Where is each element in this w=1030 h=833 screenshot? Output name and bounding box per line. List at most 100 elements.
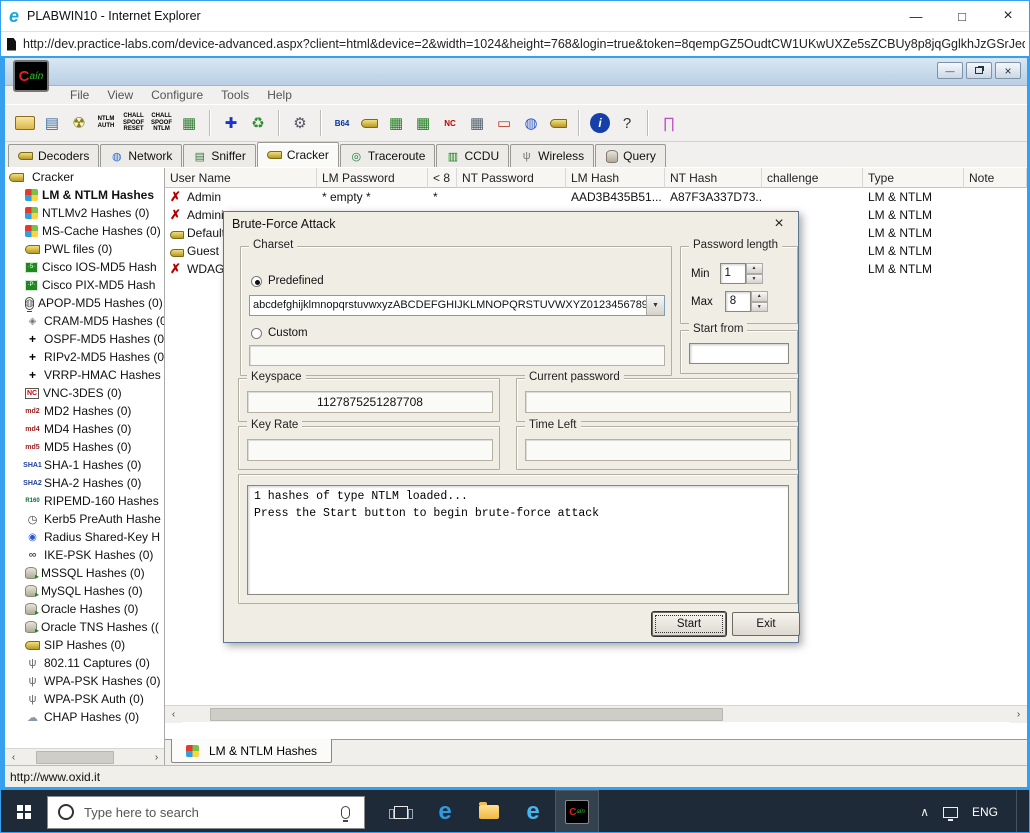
dialog-close-icon[interactable]: × — [768, 213, 790, 235]
tree-item[interactable]: Oracle TNS Hashes (( — [5, 618, 164, 636]
toolbar-icon[interactable] — [647, 110, 650, 136]
rsa-token-icon[interactable] — [548, 110, 568, 136]
edge-taskbar-icon[interactable]: e — [423, 790, 467, 832]
tab-cracker[interactable]: Cracker — [256, 142, 339, 167]
scroll-left-arrow[interactable]: ‹ — [5, 748, 22, 765]
tree-item[interactable]: MSSQL Hashes (0) — [5, 564, 164, 582]
language-indicator[interactable]: ENG — [972, 805, 998, 819]
info-icon[interactable]: i — [590, 113, 611, 133]
start-from-field[interactable] — [689, 343, 789, 364]
tree-item[interactable]: Oracle Hashes (0) — [5, 600, 164, 618]
vpn-decoder-icon[interactable]: ▦ — [413, 110, 433, 136]
spin-up-icon[interactable]: ▲ — [745, 263, 763, 274]
taskbar-search[interactable]: Type here to search — [47, 795, 365, 829]
tab-wireless[interactable]: ψ Wireless — [510, 144, 595, 167]
tree-item[interactable]: LM & NTLM Hashes — [5, 186, 164, 204]
tree-item[interactable]: ∞ IKE-PSK Hashes (0) — [5, 546, 164, 564]
tab-query[interactable]: Query — [595, 144, 666, 167]
password-decoder-icon[interactable] — [359, 110, 379, 136]
tree-item[interactable]: md4 MD4 Hashes (0) — [5, 420, 164, 438]
tree-item[interactable]: md2 MD2 Hashes (0) — [5, 402, 164, 420]
minimize-button[interactable]: — — [893, 1, 939, 31]
exit-icon[interactable]: ∏ — [659, 110, 679, 136]
tree-item[interactable]: NTLMv2 Hashes (0) — [5, 204, 164, 222]
tab-network[interactable]: ◍ Network — [100, 144, 183, 167]
tree-item[interactable]: ☁ CHAP Hashes (0) — [5, 708, 164, 726]
calculator-icon[interactable]: ▦ — [467, 110, 487, 136]
chall-spoof-ntlm-icon[interactable]: CHALL SPOOF NTLM — [151, 110, 172, 136]
hash-calculator-icon[interactable]: ⚙ — [290, 110, 310, 136]
toolbar-icon[interactable] — [278, 110, 281, 136]
tree-item[interactable]: ψ 802.11 Captures (0) — [5, 654, 164, 672]
start-button-taskbar[interactable] — [1, 790, 47, 832]
spin-down-icon[interactable]: ▼ — [750, 301, 768, 312]
start-button[interactable]: Start — [652, 612, 726, 636]
custom-radio[interactable]: Custom — [251, 327, 308, 339]
tree-item[interactable]: ◉ Radius Shared-Key H — [5, 528, 164, 546]
custom-charset-field[interactable] — [249, 345, 665, 366]
scroll-thumb[interactable] — [210, 708, 724, 721]
url-field[interactable]: http://dev.practice-labs.com/device-adva… — [23, 37, 1025, 51]
tree-item[interactable]: SHA2 SHA-2 Hashes (0) — [5, 474, 164, 492]
tree-item[interactable]: SHA1 SHA-1 Hashes (0) — [5, 456, 164, 474]
help-icon[interactable]: ? — [617, 110, 637, 136]
network-tray-icon[interactable] — [942, 806, 958, 821]
table-hscrollbar[interactable]: ‹ › — [165, 705, 1027, 723]
microphone-icon[interactable] — [341, 805, 350, 822]
tree-item[interactable]: NC VNC-3DES (0) — [5, 384, 164, 402]
tab-sniffer[interactable]: ▤ Sniffer — [183, 144, 256, 167]
spin-up-icon[interactable]: ▲ — [750, 291, 768, 302]
tree-hscrollbar[interactable]: ‹ › — [5, 748, 164, 765]
column-header[interactable]: < 8 — [428, 168, 457, 188]
scroll-right-arrow[interactable]: › — [148, 748, 164, 765]
close-button[interactable]: × — [985, 1, 1029, 31]
cain-minimize-button[interactable]: — — [937, 62, 963, 79]
vnc-decoder-icon[interactable]: NC — [440, 110, 460, 136]
column-header[interactable]: challenge — [762, 168, 863, 188]
open-file-icon[interactable] — [15, 110, 35, 136]
menu-item[interactable]: Tools — [214, 87, 256, 103]
tree-item[interactable]: + OSPF-MD5 Hashes (0) — [5, 330, 164, 348]
menu-item[interactable]: File — [63, 87, 96, 103]
chevron-down-icon[interactable]: ▼ — [646, 296, 664, 315]
show-hidden-icons-chevron[interactable]: ∧ — [920, 805, 929, 819]
tree-item[interactable]: R160 RIPEMD-160 Hashes — [5, 492, 164, 510]
tree-item[interactable]: ψ WPA-PSK Hashes (0) — [5, 672, 164, 690]
column-header[interactable]: NT Password — [457, 168, 566, 188]
tree-item[interactable]: ◷ Kerb5 PreAuth Hashe — [5, 510, 164, 528]
tree-item[interactable]: + VRRP-HMAC Hashes — [5, 366, 164, 384]
tree-item[interactable]: PWL files (0) — [5, 240, 164, 258]
remove-icon[interactable]: ♻ — [248, 110, 268, 136]
nuclear-icon[interactable]: ☢ — [69, 110, 89, 136]
maximize-button[interactable]: □ — [939, 1, 985, 31]
charset-combobox[interactable]: abcdefghijklmnopqrstuvwxyzABCDEFGHIJKLMN… — [249, 295, 665, 316]
toolbar-icon[interactable] — [578, 110, 581, 136]
cain-close-button[interactable]: × — [995, 62, 1021, 79]
downgrade-icon[interactable]: ▦ — [179, 110, 199, 136]
exit-button[interactable]: Exit — [732, 612, 800, 636]
ntlm-auth-icon[interactable]: NTLM AUTH — [96, 110, 116, 136]
tree-item[interactable]: ◈ CRAM-MD5 Hashes (0) — [5, 312, 164, 330]
file-explorer-taskbar-icon[interactable] — [467, 790, 511, 832]
tree-item[interactable]: SIP Hashes (0) — [5, 636, 164, 654]
tree-item[interactable]: ·P· Cisco PIX-MD5 Hash — [5, 276, 164, 294]
tree-item[interactable]: ψ WPA-PSK Auth (0) — [5, 690, 164, 708]
scroll-thumb[interactable] — [36, 751, 114, 764]
internet-explorer-taskbar-icon[interactable]: e — [511, 790, 555, 832]
scroll-right-arrow[interactable]: › — [1010, 705, 1027, 723]
tree-root-cracker[interactable]: Cracker — [5, 168, 164, 186]
max-length-stepper[interactable]: 8 ▲ ▼ — [724, 291, 768, 312]
show-desktop-button[interactable] — [1016, 790, 1017, 832]
toolbar-icon[interactable] — [320, 110, 323, 136]
chall-spoof-reset-icon[interactable]: CHALL SPOOF RESET — [123, 110, 144, 136]
remote-desktop-icon[interactable]: ▭ — [494, 110, 514, 136]
min-length-stepper[interactable]: 1 ▲ ▼ — [719, 263, 763, 284]
column-header[interactable]: User Name — [165, 168, 317, 188]
tree-item[interactable]: MS-Cache Hashes (0) — [5, 222, 164, 240]
cisco-type7-icon[interactable]: ▦ — [386, 110, 406, 136]
tree-item[interactable]: MySQL Hashes (0) — [5, 582, 164, 600]
menu-item[interactable]: Help — [260, 87, 299, 103]
cain-restore-button[interactable] — [966, 62, 992, 79]
toolbar-icon[interactable] — [209, 110, 212, 136]
tree-item[interactable]: ·5· Cisco IOS-MD5 Hash — [5, 258, 164, 276]
